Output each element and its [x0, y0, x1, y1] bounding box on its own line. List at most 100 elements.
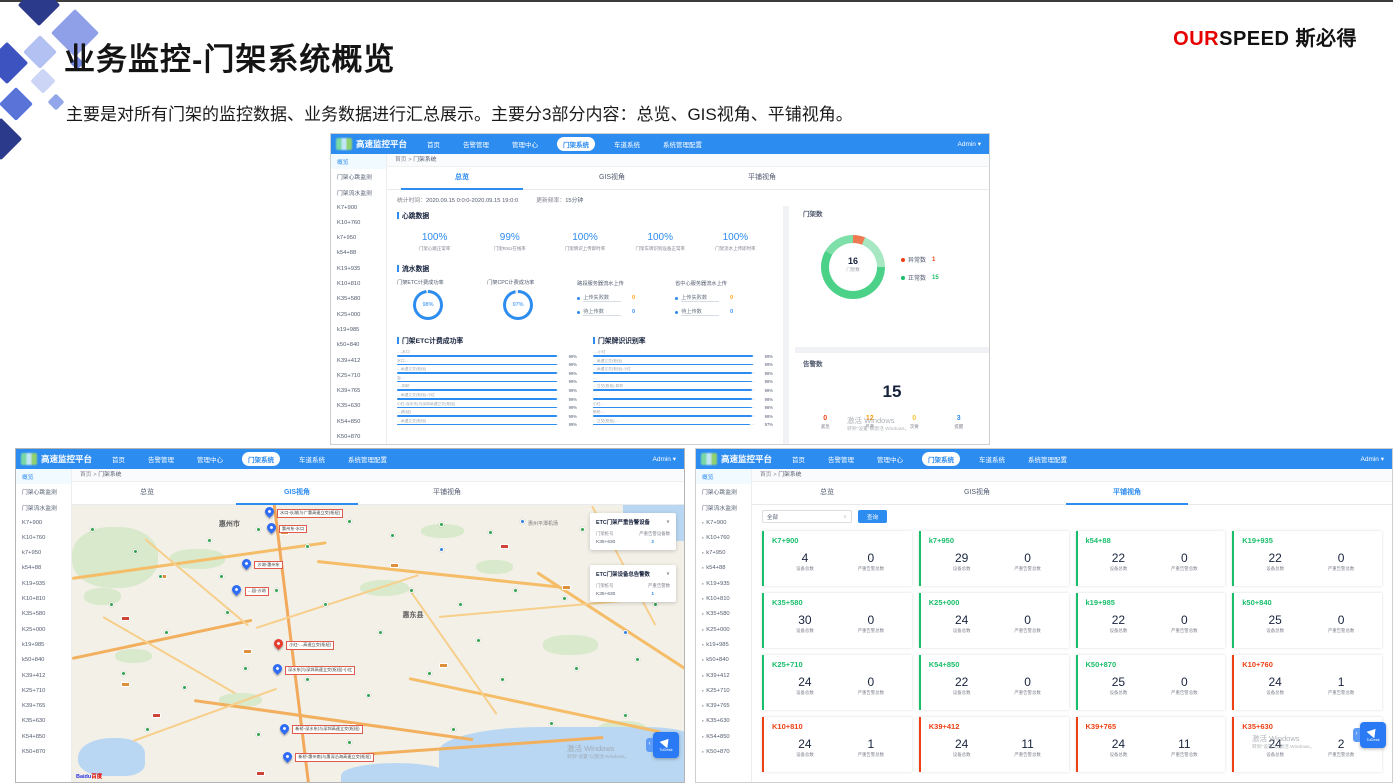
sidebar-item[interactable]: K7+900 — [331, 200, 386, 215]
query-button[interactable]: 查询 — [858, 510, 887, 523]
user-menu[interactable]: Admin ▾ — [1361, 455, 1385, 463]
sidebar-item[interactable]: 概览 — [696, 469, 751, 484]
gantry-card[interactable]: K25+00024设备总数0严重告警总数 — [919, 593, 1069, 648]
nav-item-5[interactable]: 车道系统 — [295, 453, 329, 465]
gantry-card[interactable]: K39+41224设备总数11严重告警总数 — [919, 717, 1069, 772]
map-gantry-pin[interactable] — [230, 583, 243, 596]
tab-2[interactable]: GIS视角 — [222, 482, 372, 504]
sidebar-item[interactable]: K35+630 — [16, 714, 71, 729]
todesk-collapse-tab[interactable]: ‹ — [1353, 728, 1360, 742]
sidebar-item[interactable]: 门架心跳监测 — [16, 484, 71, 499]
tab-3[interactable]: 平铺视角 — [1052, 482, 1202, 504]
sidebar-item[interactable]: k50+840 — [16, 653, 71, 668]
sidebar-item[interactable]: ▸k54+88 — [696, 561, 751, 576]
sidebar-item[interactable]: K35+630 — [331, 399, 386, 414]
sidebar-item[interactable]: K10+760 — [331, 215, 386, 230]
sidebar-item[interactable]: ▸K19+935 — [696, 576, 751, 591]
sidebar-item[interactable]: K25+710 — [331, 368, 386, 383]
sidebar-item[interactable]: K10+810 — [16, 591, 71, 606]
sidebar-item[interactable]: ▸k19+985 — [696, 637, 751, 652]
sidebar-item[interactable]: 门架流水监测 — [696, 500, 751, 515]
sidebar-item[interactable]: ▸k50+840 — [696, 653, 751, 668]
map-gantry-pin[interactable] — [240, 557, 253, 570]
nav-item-5[interactable]: 车道系统 — [610, 138, 644, 150]
sidebar-item[interactable]: 门架心跳监测 — [331, 169, 386, 184]
tab-3[interactable]: 平铺视角 — [372, 482, 522, 504]
gantry-card[interactable]: K19+93522设备总数0严重告警总数 — [1232, 531, 1382, 586]
todesk-collapse-tab[interactable]: ‹ — [646, 738, 653, 752]
nav-item-6[interactable]: 系统管理配置 — [344, 453, 391, 465]
gantry-card[interactable]: K50+87025设备总数0严重告警总数 — [1076, 655, 1226, 710]
sidebar-item[interactable]: 门架流水监测 — [16, 500, 71, 515]
sidebar-item[interactable]: k19+985 — [16, 637, 71, 652]
sidebar-item[interactable]: ▸K10+810 — [696, 591, 751, 606]
sidebar-item[interactable]: K50+870 — [331, 429, 386, 444]
sidebar-item[interactable]: K10+810 — [331, 276, 386, 291]
nav-item-4[interactable]: 门架系统 — [922, 452, 960, 466]
gantry-card[interactable]: K10+81024设备总数1严重告警总数 — [762, 717, 912, 772]
nav-item-3[interactable]: 管理中心 — [508, 138, 542, 150]
tab-3[interactable]: 平铺视角 — [687, 167, 837, 189]
sidebar-item[interactable]: k50+840 — [331, 338, 386, 353]
nav-item-2[interactable]: 告警管理 — [824, 453, 858, 465]
user-menu[interactable]: Admin ▾ — [653, 455, 677, 463]
sidebar-item[interactable]: K39+412 — [331, 353, 386, 368]
breadcrumb-home[interactable]: 首页 — [760, 472, 772, 478]
nav-item-5[interactable]: 车道系统 — [975, 453, 1009, 465]
sidebar-item[interactable]: K50+870 — [16, 744, 71, 759]
gantry-card[interactable]: K25+71024设备总数0严重告警总数 — [762, 655, 912, 710]
nav-item-3[interactable]: 管理中心 — [193, 453, 227, 465]
sidebar-item[interactable]: K39+765 — [16, 698, 71, 713]
nav-item-4[interactable]: 门架系统 — [557, 137, 595, 151]
sidebar-item[interactable]: ▸K25+710 — [696, 683, 751, 698]
map-gantry-pin[interactable] — [278, 722, 291, 735]
sidebar-item[interactable]: K54+850 — [331, 414, 386, 429]
map-gantry-pin[interactable] — [271, 662, 284, 675]
sidebar-item[interactable]: K10+760 — [16, 530, 71, 545]
sidebar-item[interactable]: ▸K35+630 — [696, 714, 751, 729]
nav-item-6[interactable]: 系统管理配置 — [659, 138, 706, 150]
sidebar-item[interactable]: K39+412 — [16, 668, 71, 683]
sidebar-item[interactable]: ▸K25+000 — [696, 622, 751, 637]
sidebar-item[interactable]: k54+88 — [331, 246, 386, 261]
gantry-filter-select[interactable]: 全部∨ — [762, 510, 852, 523]
gantry-card[interactable]: k54+8822设备总数0严重告警总数 — [1076, 531, 1226, 586]
nav-item-3[interactable]: 管理中心 — [873, 453, 907, 465]
chevron-down-icon[interactable]: ∨ — [666, 571, 670, 577]
tab-2[interactable]: GIS视角 — [537, 167, 687, 189]
sidebar-item[interactable]: K35+580 — [16, 607, 71, 622]
map-gantry-pin[interactable] — [281, 750, 294, 763]
sidebar-item[interactable]: 门架心跳监测 — [696, 484, 751, 499]
nav-item-4[interactable]: 门架系统 — [242, 452, 280, 466]
sidebar-item[interactable]: K54+850 — [16, 729, 71, 744]
nav-item-2[interactable]: 告警管理 — [459, 138, 493, 150]
gantry-card[interactable]: K39+76524设备总数11严重告警总数 — [1076, 717, 1226, 772]
tab-1[interactable]: 总览 — [752, 482, 902, 504]
user-menu[interactable]: Admin ▾ — [958, 140, 982, 148]
todesk-button[interactable]: ToDesk — [1360, 722, 1386, 748]
breadcrumb-home[interactable]: 首页 — [395, 157, 407, 163]
tab-1[interactable]: 总览 — [387, 167, 537, 189]
chevron-down-icon[interactable]: ∨ — [666, 519, 670, 525]
gantry-card[interactable]: K10+76024设备总数1严重告警总数 — [1232, 655, 1382, 710]
gantry-card[interactable]: K7+9004设备总数0严重告警总数 — [762, 531, 912, 586]
breadcrumb-home[interactable]: 首页 — [80, 472, 92, 478]
sidebar-item[interactable]: K39+765 — [331, 383, 386, 398]
gantry-card[interactable]: k7+95029设备总数0严重告警总数 — [919, 531, 1069, 586]
sidebar-item[interactable]: ▸K50+870 — [696, 744, 751, 759]
sidebar-item[interactable]: K19+935 — [331, 261, 386, 276]
sidebar-item[interactable]: ▸K54+850 — [696, 729, 751, 744]
sidebar-item[interactable]: k7+950 — [331, 230, 386, 245]
gantry-card[interactable]: K35+58030设备总数0严重告警总数 — [762, 593, 912, 648]
sidebar-item[interactable]: K19+935 — [16, 576, 71, 591]
sidebar-item[interactable]: K35+580 — [331, 292, 386, 307]
sidebar-item[interactable]: ▸K39+412 — [696, 668, 751, 683]
sidebar-item[interactable]: ▸K7+900 — [696, 515, 751, 530]
sidebar-item[interactable]: k54+88 — [16, 561, 71, 576]
sidebar-item[interactable]: 门架流水监测 — [331, 185, 386, 200]
sidebar-item[interactable]: ▸K35+580 — [696, 607, 751, 622]
sidebar-item[interactable]: K25+000 — [16, 622, 71, 637]
map-alarm-pin[interactable] — [272, 637, 285, 650]
sidebar-item[interactable]: ▸K10+760 — [696, 530, 751, 545]
tab-2[interactable]: GIS视角 — [902, 482, 1052, 504]
